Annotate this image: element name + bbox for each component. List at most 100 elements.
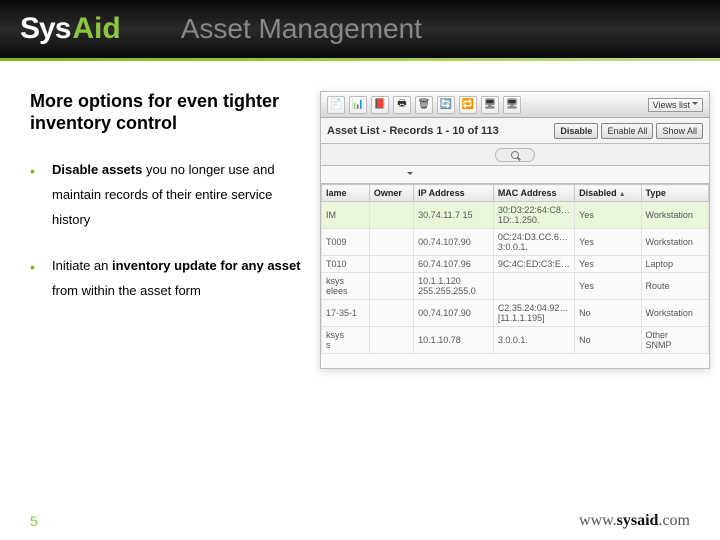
col-name[interactable]: lame <box>322 185 370 202</box>
show-all-button[interactable]: Show All <box>656 123 703 139</box>
bullet-inventory-update: Initiate an inventory update for any ass… <box>30 254 310 303</box>
enable-all-button[interactable]: Enable All <box>601 123 653 139</box>
col-owner-label: Owner <box>374 188 402 198</box>
page-title: Asset Management <box>181 13 422 45</box>
asset-icon[interactable]: 🖥 <box>481 96 499 114</box>
cell-owner <box>369 229 413 256</box>
cell-type: Workstation <box>641 300 708 327</box>
cell-name: 17-35-1 <box>322 300 370 327</box>
pdf-icon[interactable]: 📕 <box>371 96 389 114</box>
cell-mac: 30:D3:22:64:C8:9D 1D:.1.250. <box>493 202 574 229</box>
table-row[interactable]: IM 30.74.11.7 1530:D3:22:64:C8:9D 1D:.1.2… <box>322 202 709 229</box>
views-list-label: Views list <box>653 100 690 110</box>
col-owner[interactable]: Owner <box>369 185 413 202</box>
category-bar <box>321 166 709 184</box>
chevron-down-icon[interactable] <box>407 172 413 178</box>
footer-url: www.sysaid.com <box>579 512 690 530</box>
url-www: www. <box>579 512 617 529</box>
table-row[interactable]: ksys s 10.1.10.783.0.0.1.NoOther SNMP <box>322 327 709 354</box>
cell-type: Route <box>641 273 708 300</box>
page-number: 5 <box>30 513 38 529</box>
export-icon[interactable]: 📄 <box>327 96 345 114</box>
asset-table: lame Owner IP Address MAC Address Disabl… <box>321 184 709 354</box>
col-disabled-label: Disabled <box>579 188 617 198</box>
header-bar: Sys Aid Asset Management <box>0 0 720 58</box>
refresh-icon[interactable]: 🔄 <box>437 96 455 114</box>
col-ip[interactable]: IP Address <box>414 185 494 202</box>
col-name-label: lame <box>326 188 347 198</box>
col-mac[interactable]: MAC Address <box>493 185 574 202</box>
cell-ip: 00.74.107.90 <box>414 300 494 327</box>
cell-owner <box>369 273 413 300</box>
records-bar: Asset List - Records 1 - 10 of 113 Disab… <box>321 118 709 144</box>
cell-type: Workstation <box>641 202 708 229</box>
search-icon <box>511 151 519 159</box>
cell-ip: 60.74.107.96 <box>414 256 494 273</box>
bullet2-pre: Initiate an <box>52 258 112 273</box>
cell-ip: 10.1.1.120 255.255.255.0 <box>414 273 494 300</box>
cell-name: IM <box>322 202 370 229</box>
logo-sys-text: Sys <box>20 12 70 46</box>
bullet2-rest: from within the asset form <box>52 283 201 298</box>
sort-asc-icon: ▲ <box>619 191 626 198</box>
delete-icon[interactable]: 🗑 <box>415 96 433 114</box>
footer: 5 www.sysaid.com <box>0 512 720 530</box>
bullet1-strong: Disable assets <box>52 162 142 177</box>
print-icon[interactable]: 🖶 <box>393 96 411 114</box>
cell-disabled: Yes <box>575 202 641 229</box>
cell-disabled: No <box>575 327 641 354</box>
table-row[interactable]: T009 00.74.107.900C:24:D3.CC.63.72 3:0.0.… <box>322 229 709 256</box>
col-type[interactable]: Type <box>641 185 708 202</box>
cell-disabled: No <box>575 300 641 327</box>
asset2-icon[interactable]: 🖥 <box>503 96 521 114</box>
cell-ip: 00.74.107.90 <box>414 229 494 256</box>
cell-disabled: Yes <box>575 229 641 256</box>
cell-type: Laptop <box>641 256 708 273</box>
table-row[interactable]: T010 60.74.107.969C:4C:ED:C3:EA:06YesLapt… <box>322 256 709 273</box>
col-mac-label: MAC Address <box>498 188 557 198</box>
disable-button[interactable]: Disable <box>554 123 598 139</box>
cell-mac: C2.35.24:04.92.D2 [11.1.1.195] <box>493 300 574 327</box>
bullet2-strong1: inventory update <box>112 258 217 273</box>
cell-name: T010 <box>322 256 370 273</box>
sync-icon[interactable]: 🔁 <box>459 96 477 114</box>
cell-owner <box>369 300 413 327</box>
subtitle: More options for even tighter inventory … <box>30 91 310 134</box>
asset-screenshot: 📄 📊 📕 🖶 🗑 🔄 🔁 🖥 🖥 Views list Asset List … <box>320 91 710 369</box>
cell-mac: 9C:4C:ED:C3:EA:06 <box>493 256 574 273</box>
screenshot-toolbar: 📄 📊 📕 🖶 🗑 🔄 🔁 🖥 🖥 Views list <box>321 92 709 118</box>
logo: Sys Aid <box>20 12 121 46</box>
col-ip-label: IP Address <box>418 188 465 198</box>
cell-type: Other SNMP <box>641 327 708 354</box>
col-disabled[interactable]: Disabled▲ <box>575 185 641 202</box>
cell-name: ksys s <box>322 327 370 354</box>
bullet2-strong2: for any asset <box>220 258 300 273</box>
table-body: IM 30.74.11.7 1530:D3:22:64:C8:9D 1D:.1.2… <box>322 202 709 354</box>
table-row[interactable]: ksys elees 10.1.1.120 255.255.255.0 YesRou… <box>322 273 709 300</box>
cell-disabled: Yes <box>575 273 641 300</box>
col-type-label: Type <box>646 188 666 198</box>
search-input[interactable] <box>495 148 535 162</box>
table-row[interactable]: 17-35-1 00.74.107.90C2.35.24:04.92.D2 [11… <box>322 300 709 327</box>
cell-name: T009 <box>322 229 370 256</box>
cell-ip: 10.1.10.78 <box>414 327 494 354</box>
table-header-row: lame Owner IP Address MAC Address Disabl… <box>322 185 709 202</box>
chevron-down-icon <box>692 102 698 108</box>
excel-icon[interactable]: 📊 <box>349 96 367 114</box>
text-column: More options for even tighter inventory … <box>30 91 310 369</box>
cell-ip: 30.74.11.7 15 <box>414 202 494 229</box>
views-list-button[interactable]: Views list <box>648 98 703 112</box>
cell-owner <box>369 256 413 273</box>
bullet-disable-assets: Disable assets you no longer use and mai… <box>30 158 310 232</box>
cell-owner <box>369 202 413 229</box>
cell-mac: 0C:24:D3.CC.63.72 3:0.0.1. <box>493 229 574 256</box>
records-label: Asset List - Records 1 - 10 of 113 <box>327 125 499 137</box>
logo-aid-text: Aid <box>72 12 120 46</box>
cell-mac: 3.0.0.1. <box>493 327 574 354</box>
cell-mac <box>493 273 574 300</box>
cell-disabled: Yes <box>575 256 641 273</box>
cell-name: ksys elees <box>322 273 370 300</box>
url-com: .com <box>658 512 690 529</box>
cell-type: Workstation <box>641 229 708 256</box>
url-brand: sysaid <box>617 512 659 529</box>
